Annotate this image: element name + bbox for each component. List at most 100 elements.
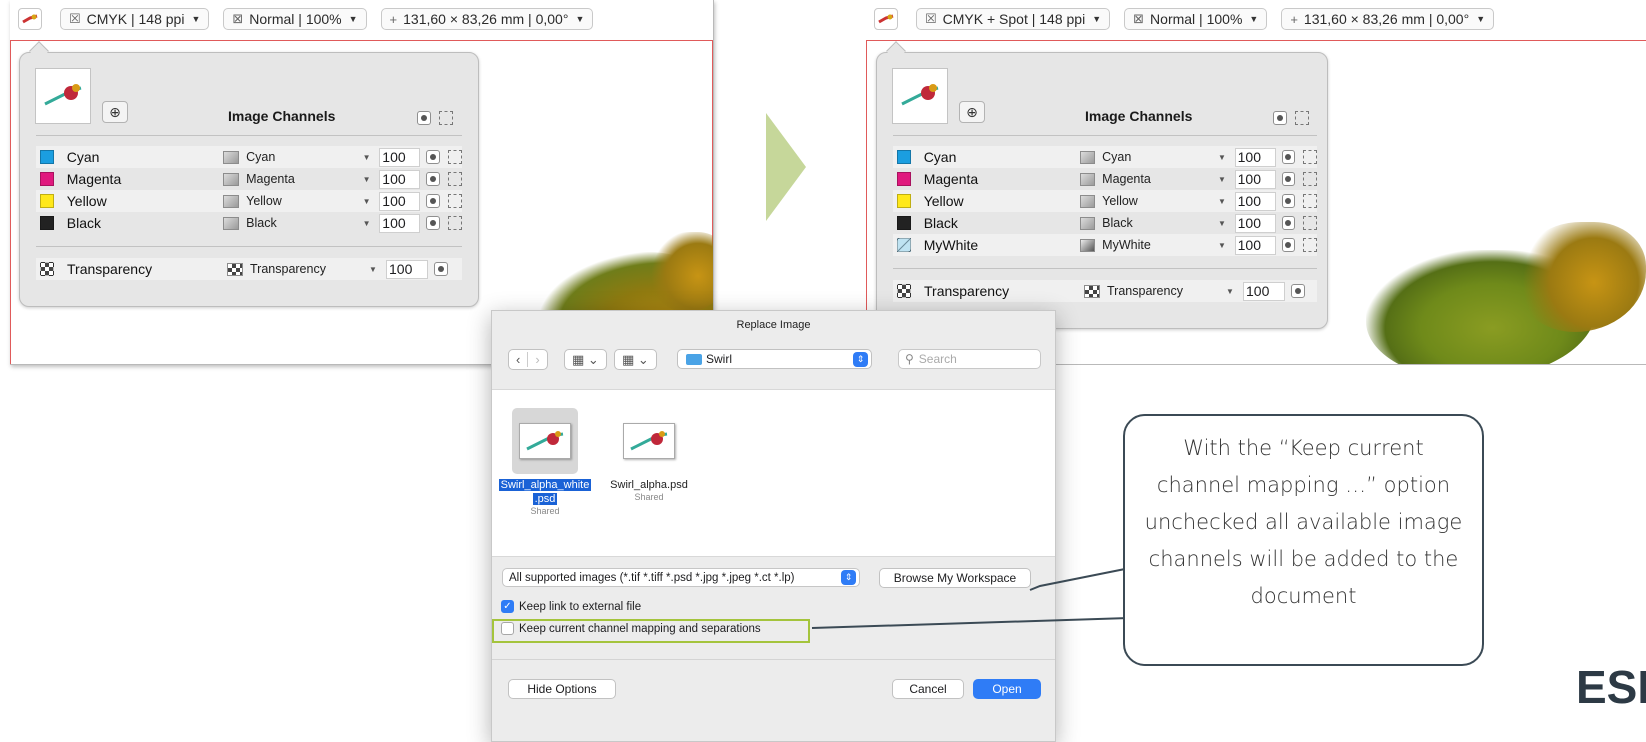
chevron-down-icon[interactable]: ▼ (1209, 219, 1234, 228)
keep-link-checkbox[interactable]: ✓ (501, 600, 514, 613)
channel-row[interactable]: Yellow Yellow ▼ 100 (893, 190, 1318, 212)
visibility-toggle[interactable] (1281, 172, 1296, 186)
folder-dropdown[interactable]: Swirl ⇕ (677, 349, 872, 369)
chevron-left-icon[interactable]: ‹ (509, 352, 527, 367)
select-channel-toggle[interactable] (448, 150, 462, 164)
chevron-down-icon[interactable]: ▼ (1217, 287, 1243, 296)
select-channel-toggle[interactable] (448, 216, 462, 230)
select-all-button[interactable] (439, 111, 453, 125)
channel-value-field[interactable]: 100 (379, 191, 421, 211)
transparency-row[interactable]: Transparency Transparency ▼ 100 (36, 258, 462, 280)
color-mode-dropdown[interactable]: ☒ CMYK + Spot | 148 ppi ▼ (916, 8, 1111, 30)
channel-value-field[interactable]: 100 (1234, 213, 1276, 233)
target-icon[interactable]: ⊕ (959, 101, 985, 123)
channel-row[interactable]: Cyan Cyan ▼ 100 (36, 146, 462, 168)
blend-mode-dropdown[interactable]: ⊠ Normal | 100% ▼ (223, 8, 367, 30)
channel-value-field[interactable]: 100 (379, 169, 421, 189)
visibility-toggle[interactable] (1281, 194, 1296, 208)
back-forward-control[interactable]: ‹ › (508, 349, 548, 370)
channel-value-field[interactable]: 100 (386, 259, 428, 279)
image-thumb-button[interactable] (874, 8, 898, 30)
visibility-toggle[interactable] (1281, 150, 1296, 164)
chevron-down-icon[interactable]: ▼ (1209, 175, 1234, 184)
file-name-line1: Swirl_alpha_white (498, 479, 592, 491)
select-channel-toggle[interactable] (448, 194, 462, 208)
select-channel-toggle[interactable] (448, 172, 462, 186)
select-channel-toggle[interactable] (1303, 238, 1318, 252)
channel-row[interactable]: MyWhite MyWhite ▼ 100 (893, 234, 1318, 256)
visibility-toggle[interactable] (426, 194, 441, 208)
channel-row[interactable]: Yellow Yellow ▼ 100 (36, 190, 462, 212)
file-item[interactable]: Swirl_alpha.psd Shared (599, 408, 699, 502)
color-mode-dropdown[interactable]: ☒ CMYK | 148 ppi ▼ (60, 8, 210, 30)
dimensions-dropdown[interactable]: + 131,60 × 83,26 mm | 0,00° ▼ (380, 8, 594, 30)
channel-row[interactable]: Black Black ▼ 100 (893, 212, 1318, 234)
image-channel-icon (223, 194, 240, 208)
channel-row[interactable]: Magenta Magenta ▼ 100 (36, 168, 462, 190)
updown-arrow-icon: ⇕ (841, 570, 856, 585)
cancel-button[interactable]: Cancel (892, 679, 964, 699)
search-input[interactable]: ⚲ Search (898, 349, 1041, 369)
keep-mapping-checkbox[interactable] (501, 622, 514, 635)
visibility-toggle[interactable] (426, 172, 441, 186)
keep-link-row[interactable]: ✓ Keep link to external file (501, 600, 641, 613)
file-item[interactable]: Swirl_alpha_white .psd Shared (493, 408, 597, 516)
channel-value-field[interactable]: 100 (379, 213, 421, 233)
icon-view-button[interactable]: ▦ ⌄ (564, 349, 607, 370)
channel-source: MyWhite (1102, 238, 1151, 252)
channel-value-field[interactable]: 100 (1234, 147, 1276, 167)
hide-options-button[interactable]: Hide Options (508, 679, 616, 699)
channel-value-field[interactable]: 100 (1234, 169, 1276, 189)
popover-title: Image Channels (1085, 108, 1193, 124)
open-button[interactable]: Open (973, 679, 1041, 699)
channel-row[interactable]: Black Black ▼ 100 (36, 212, 462, 234)
visibility-toggle[interactable] (1281, 216, 1296, 230)
dimensions-dropdown[interactable]: + 131,60 × 83,26 mm | 0,00° ▼ (1281, 8, 1495, 30)
channel-value-field[interactable]: 100 (379, 147, 421, 167)
chevron-down-icon[interactable]: ▼ (354, 219, 379, 228)
group-view-button[interactable]: ▦ ⌄ (614, 349, 657, 370)
channel-source: Yellow (246, 194, 282, 208)
browse-workspace-button[interactable]: Browse My Workspace (879, 568, 1031, 588)
channel-swatch (40, 172, 54, 186)
select-all-button[interactable] (1295, 111, 1309, 125)
show-all-button[interactable] (1273, 111, 1287, 125)
visibility-toggle[interactable] (1281, 238, 1296, 252)
swirl-image (526, 431, 564, 451)
show-all-button[interactable] (417, 111, 431, 125)
select-channel-toggle[interactable] (1303, 194, 1318, 208)
swirl-image (630, 431, 668, 451)
blend-mode-dropdown[interactable]: ⊠ Normal | 100% ▼ (1124, 8, 1268, 30)
chevron-down-icon[interactable]: ▼ (1209, 241, 1234, 250)
image-thumb-button[interactable] (18, 8, 42, 30)
select-channel-toggle[interactable] (1303, 150, 1318, 164)
chevron-down-icon[interactable]: ▼ (354, 153, 379, 162)
channel-row[interactable]: Cyan Cyan ▼ 100 (893, 146, 1318, 168)
channel-value-field[interactable]: 100 (1243, 281, 1285, 301)
search-placeholder: Search (918, 352, 957, 366)
channel-value-field[interactable]: 100 (1234, 191, 1276, 211)
swirl-image (44, 84, 82, 106)
channel-row[interactable]: Magenta Magenta ▼ 100 (893, 168, 1318, 190)
visibility-toggle[interactable] (434, 262, 448, 276)
file-type-filter[interactable]: All supported images (*.tif *.tiff *.psd… (502, 568, 860, 587)
chevron-down-icon[interactable]: ▼ (360, 265, 386, 274)
chevron-down-icon[interactable]: ▼ (1209, 197, 1234, 206)
chevron-down-icon[interactable]: ▼ (1209, 153, 1234, 162)
channel-source: Magenta (1102, 172, 1151, 186)
chevron-down-icon[interactable]: ▼ (354, 197, 379, 206)
visibility-toggle[interactable] (426, 150, 441, 164)
visibility-toggle[interactable] (426, 216, 441, 230)
chevron-down-icon[interactable]: ▼ (354, 175, 379, 184)
chevron-right-icon[interactable]: › (527, 352, 546, 367)
dimensions-label: 131,60 × 83,26 mm | 0,00° (403, 11, 569, 27)
keep-mapping-row[interactable]: Keep current channel mapping and separat… (501, 622, 761, 635)
blend-mode-label: Normal | 100% (249, 11, 342, 27)
select-channel-toggle[interactable] (1303, 172, 1318, 186)
color-mode-label: CMYK + Spot | 148 ppi (942, 11, 1086, 27)
select-channel-toggle[interactable] (1303, 216, 1318, 230)
visibility-toggle[interactable] (1291, 284, 1305, 298)
transparency-row[interactable]: Transparency Transparency ▼ 100 (893, 280, 1317, 302)
target-icon[interactable]: ⊕ (102, 101, 128, 123)
channel-value-field[interactable]: 100 (1234, 235, 1276, 255)
